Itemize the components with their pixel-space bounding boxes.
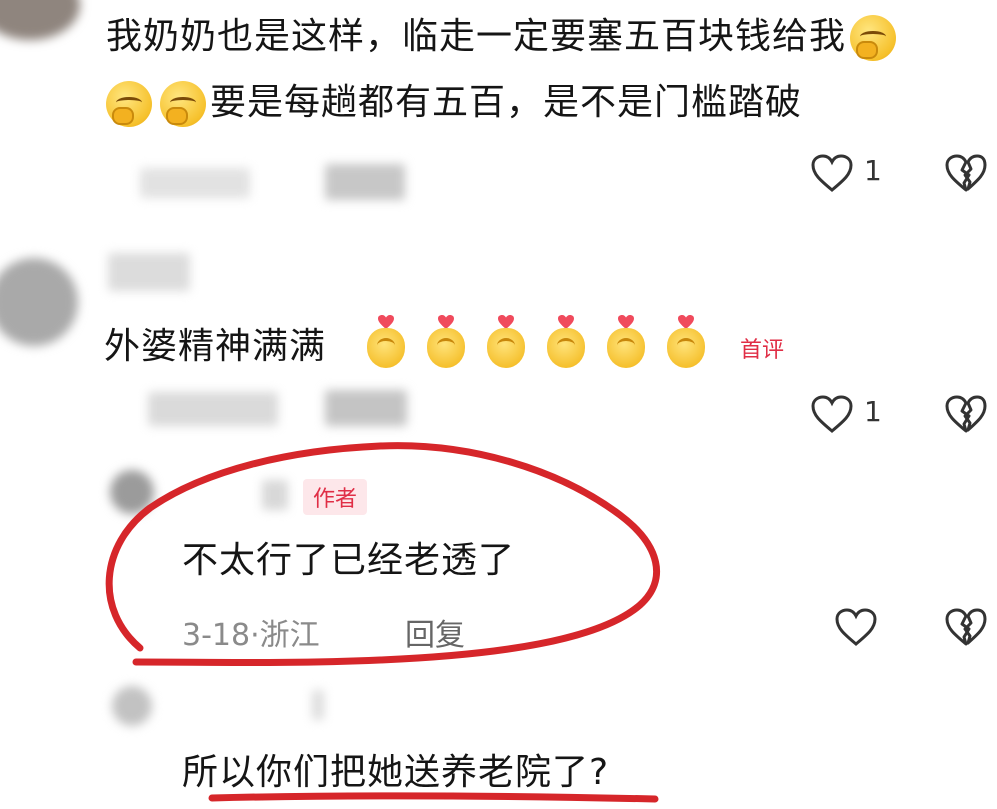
red-underline-annotation: [208, 792, 659, 803]
